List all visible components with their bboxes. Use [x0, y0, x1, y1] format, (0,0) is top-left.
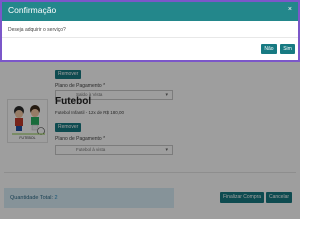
dialog-title: Confirmação	[8, 5, 57, 15]
yes-button[interactable]: Sim	[280, 44, 295, 54]
dialog-message: Deseja adquirir o serviço?	[8, 27, 66, 33]
dialog-divider	[2, 37, 298, 38]
close-icon[interactable]: ×	[288, 6, 292, 14]
confirmation-dialog: Confirmação × Deseja adquirir o serviço?…	[0, 0, 300, 62]
no-button[interactable]: Não	[261, 44, 277, 54]
dialog-header: Confirmação ×	[2, 2, 298, 21]
